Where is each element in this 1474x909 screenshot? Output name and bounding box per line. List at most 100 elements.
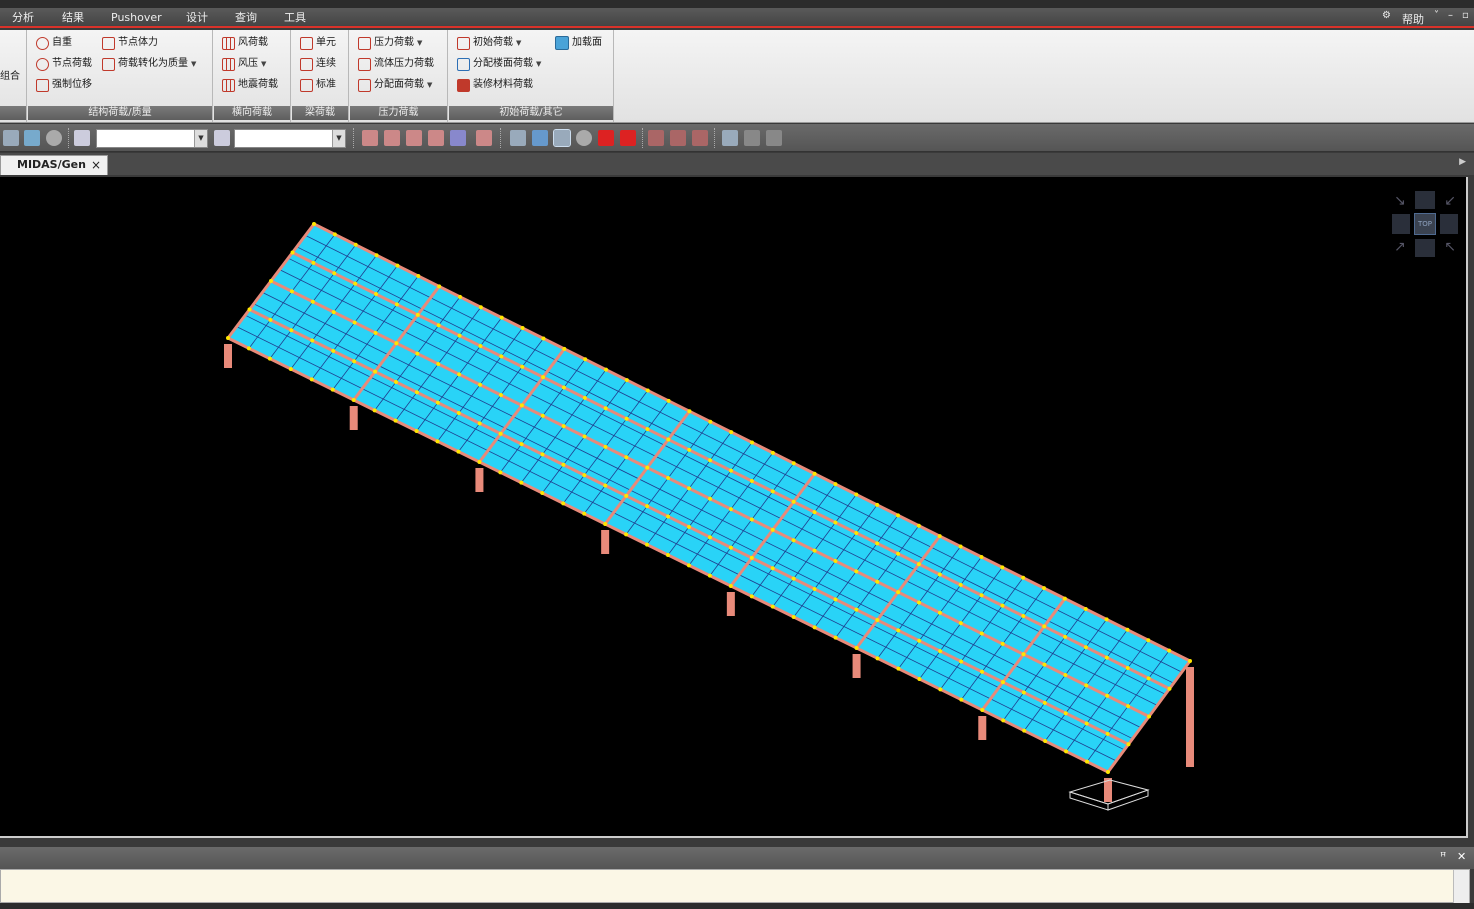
node bbox=[457, 372, 462, 377]
close-icon[interactable]: × bbox=[91, 156, 101, 174]
menu-results[interactable]: 结果 bbox=[62, 11, 84, 25]
divide-tool-icon[interactable] bbox=[428, 130, 444, 146]
hidden-view-icon[interactable] bbox=[598, 130, 614, 146]
forced-displacement-button[interactable]: 强制位移 bbox=[36, 76, 92, 94]
menu-design[interactable]: 设计 bbox=[186, 11, 208, 25]
message-window[interactable] bbox=[0, 869, 1470, 904]
node bbox=[1106, 770, 1110, 774]
tab-midas-gen[interactable]: MIDAS/Gen × bbox=[0, 155, 108, 175]
view-cube[interactable]: ↘ ↙ ↗ ↖ TOP bbox=[1392, 191, 1458, 257]
node bbox=[958, 621, 963, 626]
pressure-load-button[interactable]: 压力荷载 ▼ bbox=[358, 34, 422, 52]
select-polygon-icon[interactable] bbox=[24, 130, 40, 146]
arrow-nw-icon[interactable]: ↘ bbox=[1394, 193, 1406, 209]
node bbox=[246, 346, 251, 351]
seismic-load-button[interactable]: 地震荷载 bbox=[222, 76, 278, 94]
standard-beam-load-button[interactable]: 标准 bbox=[300, 76, 336, 94]
node bbox=[331, 348, 336, 353]
model-viewport[interactable]: ↘ ↙ ↗ ↖ TOP bbox=[0, 177, 1468, 838]
element-tool-icon[interactable] bbox=[384, 130, 400, 146]
lock-icon[interactable] bbox=[744, 130, 760, 146]
node bbox=[499, 315, 504, 320]
node bbox=[645, 427, 650, 432]
load-to-mass-button[interactable]: 荷载转化为质量 ▼ bbox=[102, 55, 196, 73]
floor-area-load-button[interactable]: 分配面荷载 ▼ bbox=[358, 76, 432, 94]
minimize-icon[interactable]: – bbox=[1448, 10, 1453, 21]
node bbox=[750, 440, 754, 445]
tab-scroll-right-icon[interactable]: ▶ bbox=[1459, 157, 1466, 167]
cube-face-e[interactable] bbox=[1440, 214, 1458, 234]
selection-filter-combo[interactable]: ▼ bbox=[96, 129, 208, 148]
arrow-ne-icon[interactable]: ↙ bbox=[1444, 193, 1456, 209]
menu-help[interactable]: 帮助 bbox=[1402, 11, 1424, 27]
settings-gear-icon[interactable]: ⚙ bbox=[1382, 10, 1391, 21]
wind-load-button[interactable]: 风荷载 bbox=[222, 34, 268, 52]
node bbox=[268, 317, 273, 322]
cube-face-top[interactable]: TOP bbox=[1414, 213, 1436, 235]
scrollbar[interactable] bbox=[1453, 870, 1469, 904]
node bbox=[896, 513, 900, 518]
node-number-icon[interactable] bbox=[648, 130, 664, 146]
continuous-beam-load-button[interactable]: 连续 bbox=[300, 55, 336, 73]
assign-floor-load-button[interactable]: 分配楼面荷载 ▼ bbox=[457, 55, 541, 73]
iso-view-icon[interactable] bbox=[553, 129, 571, 147]
node bbox=[603, 444, 608, 449]
extrude-tool-icon[interactable] bbox=[450, 130, 466, 146]
node-tool-icon[interactable] bbox=[362, 130, 378, 146]
arrow-sw-icon[interactable]: ↗ bbox=[1394, 239, 1406, 255]
node bbox=[373, 369, 378, 374]
intersect-tool-icon[interactable] bbox=[476, 130, 492, 146]
shade-view-icon[interactable] bbox=[620, 130, 636, 146]
node bbox=[394, 302, 399, 307]
unlock-icon[interactable] bbox=[766, 130, 782, 146]
view-direction-icon[interactable] bbox=[532, 130, 548, 146]
cube-face-n[interactable] bbox=[1415, 191, 1435, 209]
element-beam-load-button[interactable]: 单元 bbox=[300, 34, 336, 52]
initial-load-button[interactable]: 初始荷载 ▼ bbox=[457, 34, 521, 52]
pin-icon[interactable]: ꟸ bbox=[1440, 850, 1446, 863]
finishing-material-load-button[interactable]: 装修材料荷载 bbox=[457, 76, 533, 94]
hydrostatic-pressure-button[interactable]: 流体压力荷载 bbox=[358, 55, 434, 73]
restore-icon[interactable]: ▫ bbox=[1462, 10, 1469, 21]
copy-view-icon[interactable] bbox=[722, 130, 738, 146]
node bbox=[1043, 739, 1048, 743]
combination-button[interactable]: 组合 bbox=[0, 68, 20, 86]
nodal-load-button[interactable]: 节点荷载 bbox=[36, 55, 92, 73]
mesh-line bbox=[305, 235, 1182, 673]
filter-icon[interactable] bbox=[214, 130, 230, 146]
cube-face-s[interactable] bbox=[1415, 239, 1435, 257]
menu-analysis[interactable]: 分析 bbox=[12, 11, 34, 25]
chevron-down-icon[interactable]: ▼ bbox=[332, 130, 345, 147]
menu-tools[interactable]: 工具 bbox=[284, 11, 306, 25]
nodal-body-force-button[interactable]: 节点体力 bbox=[102, 34, 158, 52]
loading-area-button[interactable]: 加载面 bbox=[555, 34, 602, 52]
menu-pushover[interactable]: Pushover bbox=[111, 11, 162, 25]
app-window: 分析 结果 Pushover 设计 查询 工具 ⚙ 帮助 ˅ – ▫ 组合 自重… bbox=[0, 0, 1474, 909]
element-number-icon[interactable] bbox=[670, 130, 686, 146]
select-cursor-icon[interactable] bbox=[74, 130, 90, 146]
close-icon[interactable]: ✕ bbox=[1457, 850, 1466, 863]
cube-face-w[interactable] bbox=[1392, 214, 1410, 234]
structural-model[interactable] bbox=[0, 177, 1468, 838]
column bbox=[978, 716, 987, 740]
zoom-fit-icon[interactable] bbox=[510, 130, 526, 146]
ribbon-group-beam-loads: 单元 连续 标准 梁荷载 bbox=[292, 30, 349, 122]
select-all-icon[interactable] bbox=[46, 130, 62, 146]
self-weight-button[interactable]: 自重 bbox=[36, 34, 72, 52]
menu-query[interactable]: 查询 bbox=[235, 11, 257, 25]
distance-tool-icon[interactable] bbox=[406, 130, 422, 146]
chevron-down-icon[interactable]: ▼ bbox=[194, 130, 207, 147]
select-window-icon[interactable] bbox=[3, 130, 19, 146]
node bbox=[582, 473, 587, 478]
column bbox=[349, 406, 358, 430]
chevron-down-icon[interactable]: ˅ bbox=[1434, 10, 1439, 21]
label-display-icon[interactable] bbox=[692, 130, 708, 146]
active-filter-combo[interactable]: ▼ bbox=[234, 129, 346, 148]
node bbox=[917, 677, 922, 681]
rotate-view-icon[interactable] bbox=[576, 130, 592, 146]
node bbox=[791, 576, 796, 581]
wind-pressure-button[interactable]: 风压 ▼ bbox=[222, 55, 266, 73]
arrow-se-icon[interactable]: ↖ bbox=[1444, 239, 1456, 255]
toolbar-separator bbox=[714, 128, 715, 148]
node bbox=[561, 501, 566, 506]
